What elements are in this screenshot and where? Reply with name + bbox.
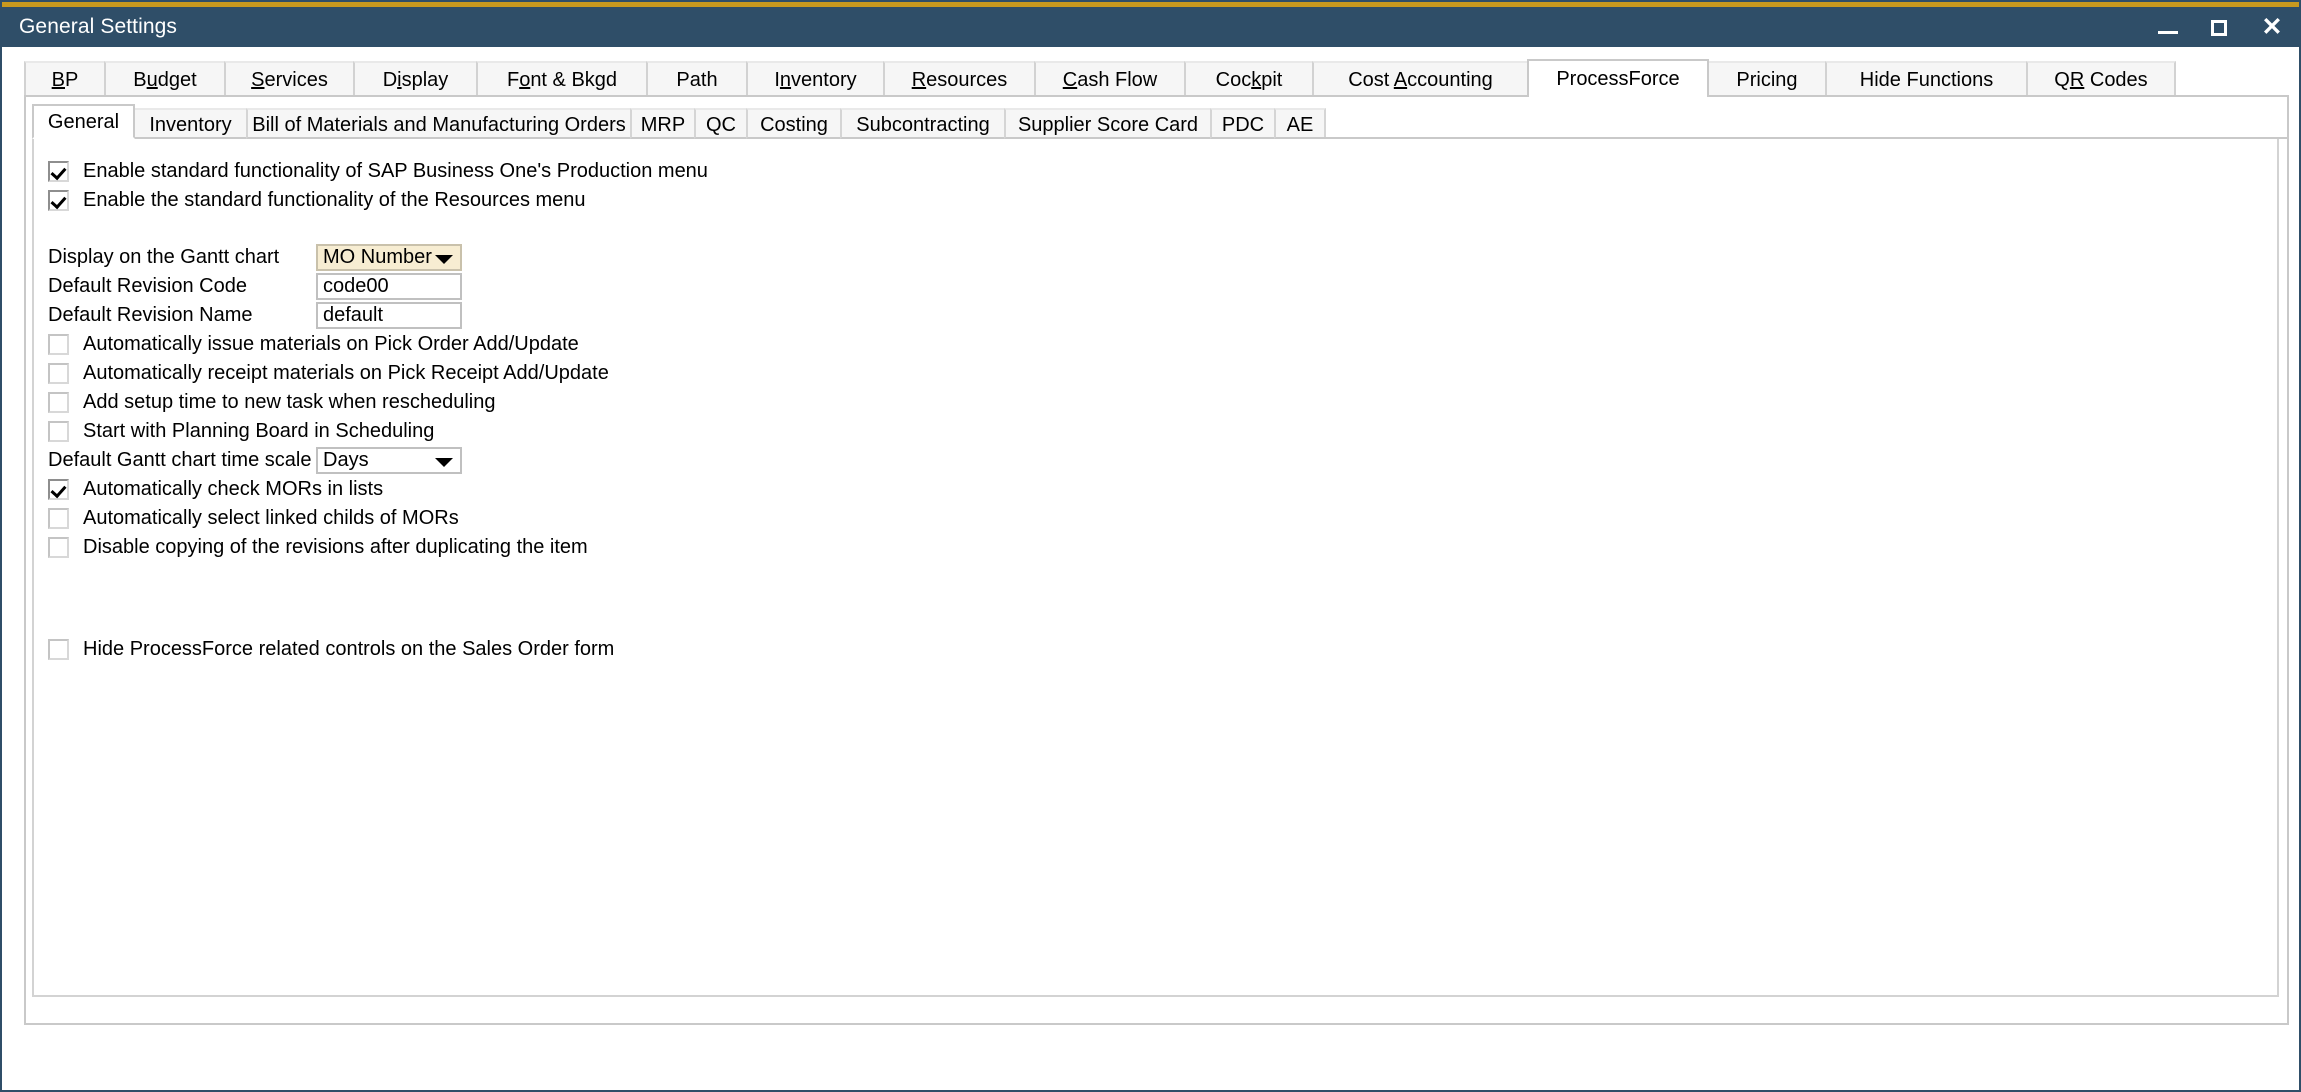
checkbox-row-disable-copying-of-the-revisions-after-dup[interactable]: Disable copying of the revisions after d…	[48, 533, 2277, 562]
field-row-default-revision-code: Default Revision Code code00	[48, 272, 2277, 301]
tab-cost-accounting[interactable]: Cost Accounting	[1312, 61, 1529, 95]
checkbox-unchecked-icon[interactable]	[48, 639, 69, 660]
tab-path[interactable]: Path	[646, 61, 748, 95]
tab-display[interactable]: Display	[353, 61, 478, 95]
tab-pricing[interactable]: Pricing	[1707, 61, 1827, 95]
main-tab-bar: BP Budget Services Display Font & Bkgd Path In…	[24, 55, 2289, 97]
tab-cash-flow[interactable]: Cash Flow	[1034, 61, 1186, 95]
text-input-value: code00	[323, 275, 389, 297]
window-controls: ✕	[2155, 7, 2285, 47]
text-input-default-revision-code[interactable]: code00	[316, 273, 462, 300]
tab-resources[interactable]: Resources	[883, 61, 1036, 95]
subtab-general[interactable]: General	[32, 104, 135, 139]
tab-budget[interactable]: Budget	[104, 61, 226, 95]
dropdown-default-gantt-chart-time-scale[interactable]: Days	[316, 447, 462, 474]
field-row-default-gantt-chart-time-scale: Default Gantt chart time scale Days	[48, 446, 2277, 475]
tab-cockpit[interactable]: Cockpit	[1184, 61, 1314, 95]
checkbox-row-automatically-issue-materials-on-pick-orde[interactable]: Automatically issue materials on Pick Or…	[48, 330, 2277, 359]
subtab-ae[interactable]: AE	[1274, 108, 1326, 139]
tab-content-panel: General Inventory Bill of Materials and Ma…	[24, 97, 2289, 1025]
text-input-default-revision-name[interactable]: default	[316, 302, 462, 329]
subtab-bill-of-materials-and-manufacturing-orders[interactable]: Bill of Materials and Manufacturing Orde…	[246, 108, 632, 139]
minimize-icon[interactable]	[2155, 14, 2181, 40]
field-row-display-on-the-gantt-chart: Display on the Gantt chart MO Number	[48, 243, 2277, 272]
checkbox-label: Automatically receipt materials on Pick …	[83, 362, 609, 384]
time-scale-field-group: Default Gantt chart time scale Days	[48, 446, 2277, 475]
checkbox-label: Automatically issue materials on Pick Or…	[83, 333, 579, 355]
tab-font-bkgd[interactable]: Font & Bkgd	[476, 61, 648, 95]
dropdown-selected-value: MO Number	[323, 246, 432, 268]
maximize-icon[interactable]	[2207, 14, 2233, 40]
lower-checkbox-group: Automatically check MORs in lists Automat…	[48, 475, 2277, 562]
text-input-value: default	[323, 304, 384, 326]
subtab-pdc[interactable]: PDC	[1210, 108, 1276, 139]
checkbox-row-add-setup-time-to-new-task-when-rescheduli[interactable]: Add setup time to new task when reschedu…	[48, 388, 2277, 417]
field-label: Default Revision Code	[48, 275, 247, 297]
dropdown-display-on-the-gantt-chart[interactable]: MO Number	[316, 244, 462, 271]
window-titlebar: General Settings ✕	[2, 2, 2299, 47]
final-checkbox-group: Hide ProcessForce related controls on th…	[48, 635, 2277, 664]
chevron-down-icon[interactable]	[435, 254, 453, 264]
field-label: Display on the Gantt chart	[48, 246, 280, 268]
general-settings-window: General Settings ✕ BP Budget Services Displ…	[0, 0, 2301, 1092]
tab-services[interactable]: Services	[224, 61, 355, 95]
top-checkbox-group: Enable standard functionality of SAP Bus…	[48, 157, 2277, 215]
sub-tab-bar-filler	[1322, 108, 2287, 139]
checkbox-row-enable-the-standard-functionality-of-the-r[interactable]: Enable the standard functionality of the…	[48, 186, 2277, 215]
subtab-inventory[interactable]: Inventory	[133, 108, 248, 139]
sub-tab-bar: General Inventory Bill of Materials and Ma…	[32, 103, 2287, 139]
window-title: General Settings	[19, 15, 178, 38]
footer-area	[24, 1025, 2289, 1085]
checkbox-label: Enable standard functionality of SAP Bus…	[83, 160, 708, 182]
checkbox-unchecked-icon[interactable]	[48, 392, 69, 413]
checkbox-row-hide-processforce-related-controls-on-the-[interactable]: Hide ProcessForce related controls on th…	[48, 635, 2277, 664]
checkbox-label: Hide ProcessForce related controls on th…	[83, 638, 615, 660]
field-label: Default Gantt chart time scale	[48, 449, 312, 471]
window-body: BP Budget Services Display Font & Bkgd Path In…	[2, 47, 2299, 1090]
field-row-default-revision-name: Default Revision Name default	[48, 301, 2277, 330]
checkbox-unchecked-icon[interactable]	[48, 537, 69, 558]
subtab-subcontracting[interactable]: Subcontracting	[840, 108, 1006, 139]
checkbox-checked-icon[interactable]	[48, 479, 69, 500]
tab-qr-codes[interactable]: QR Codes	[2026, 61, 2176, 95]
checkbox-label: Add setup time to new task when reschedu…	[83, 391, 496, 413]
tab-processforce[interactable]: ProcessForce	[1527, 59, 1709, 97]
checkbox-label: Enable the standard functionality of the…	[83, 189, 586, 211]
checkbox-checked-icon[interactable]	[48, 190, 69, 211]
subtab-supplier-score-card[interactable]: Supplier Score Card	[1004, 108, 1212, 139]
checkbox-label: Start with Planning Board in Scheduling	[83, 420, 435, 442]
checkbox-unchecked-icon[interactable]	[48, 421, 69, 442]
processforce-general-settings-panel: Enable standard functionality of SAP Bus…	[32, 139, 2279, 997]
tab-hide-functions[interactable]: Hide Functions	[1825, 61, 2028, 95]
tab-bp[interactable]: BP	[24, 61, 106, 95]
checkbox-row-enable-standard-functionality-of-sap-busin[interactable]: Enable standard functionality of SAP Bus…	[48, 157, 2277, 186]
field-group: Display on the Gantt chart MO Number Defau…	[48, 243, 2277, 330]
tab-inventory[interactable]: Inventory	[746, 61, 885, 95]
main-tab-bar-filler	[2172, 61, 2289, 95]
mid-checkbox-group: Automatically issue materials on Pick Or…	[48, 330, 2277, 446]
checkbox-unchecked-icon[interactable]	[48, 363, 69, 384]
chevron-down-icon[interactable]	[435, 457, 453, 467]
checkbox-row-automatically-check-mors-in-lists[interactable]: Automatically check MORs in lists	[48, 475, 2277, 504]
checkbox-unchecked-icon[interactable]	[48, 508, 69, 529]
checkbox-row-start-with-planning-board-in-scheduling[interactable]: Start with Planning Board in Scheduling	[48, 417, 2277, 446]
checkbox-row-automatically-select-linked-childs-of-mors[interactable]: Automatically select linked childs of MO…	[48, 504, 2277, 533]
checkbox-label: Disable copying of the revisions after d…	[83, 536, 588, 558]
checkbox-label: Automatically select linked childs of MO…	[83, 507, 459, 529]
subtab-mrp[interactable]: MRP	[630, 108, 696, 139]
dropdown-selected-value: Days	[323, 449, 369, 471]
close-icon[interactable]: ✕	[2259, 14, 2285, 40]
subtab-qc[interactable]: QC	[694, 108, 748, 139]
checkbox-checked-icon[interactable]	[48, 161, 69, 182]
checkbox-unchecked-icon[interactable]	[48, 334, 69, 355]
field-label: Default Revision Name	[48, 304, 253, 326]
checkbox-label: Automatically check MORs in lists	[83, 478, 384, 500]
subtab-costing[interactable]: Costing	[746, 108, 842, 139]
checkbox-row-automatically-receipt-materials-on-pick-re[interactable]: Automatically receipt materials on Pick …	[48, 359, 2277, 388]
